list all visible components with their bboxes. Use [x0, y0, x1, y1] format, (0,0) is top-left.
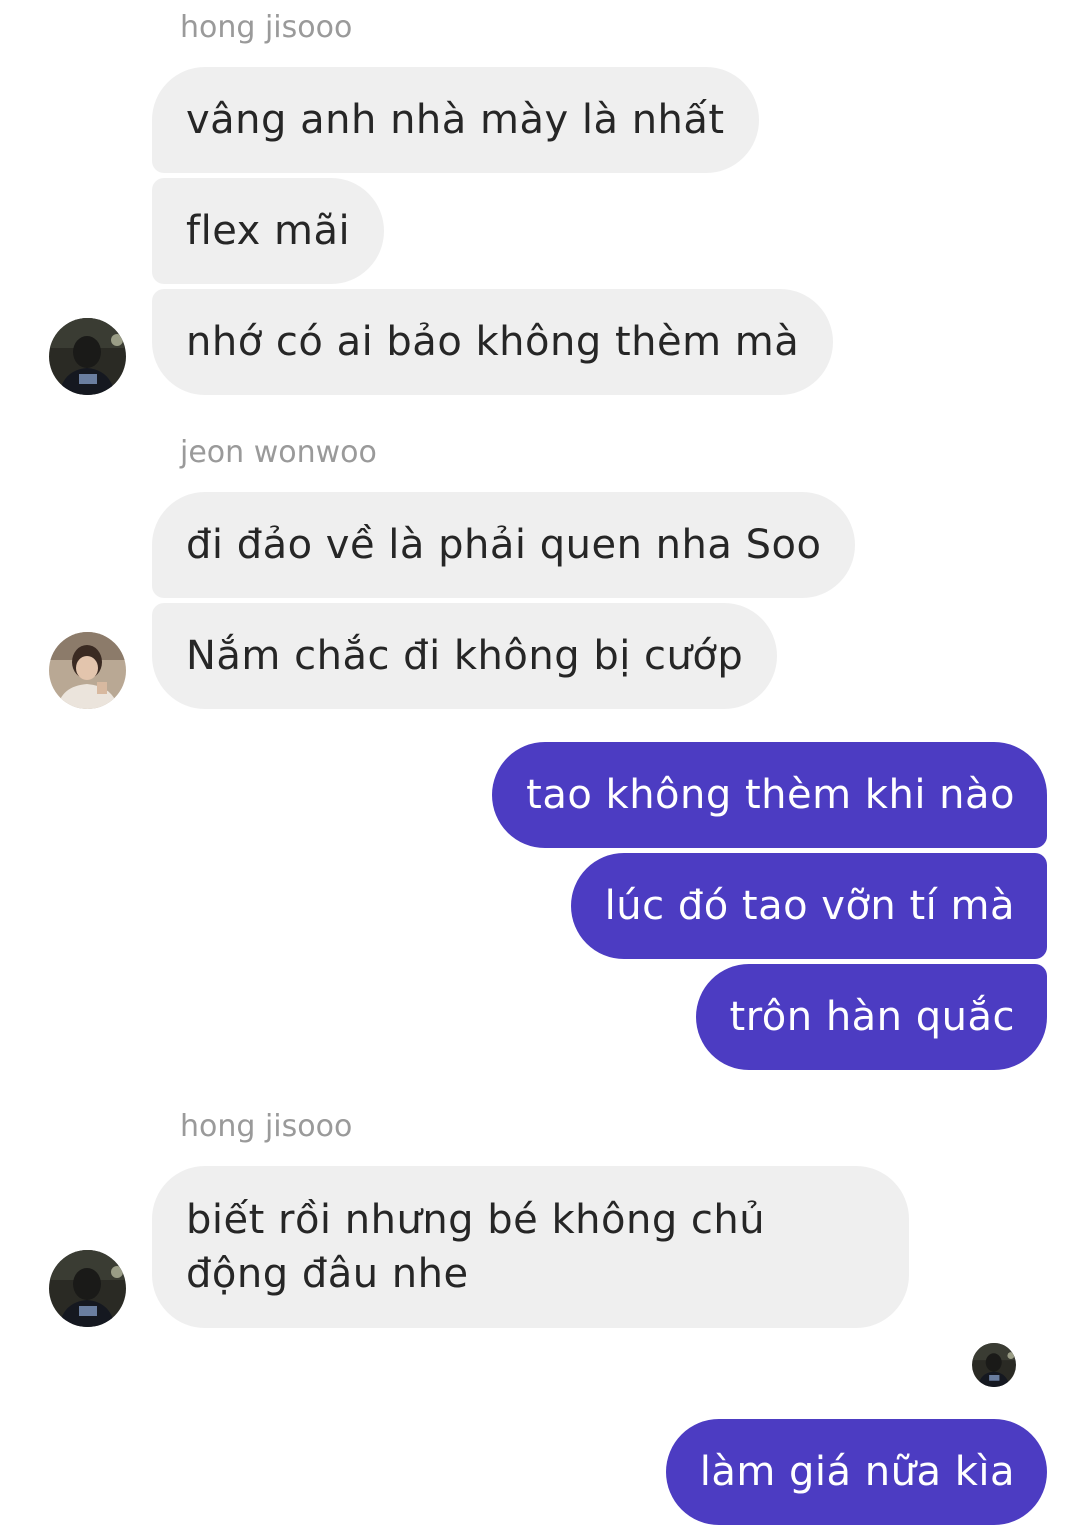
- message-bubble-outgoing[interactable]: lúc đó tao vỡn tí mà: [570, 853, 1047, 959]
- avatar-jisoo-icon[interactable]: [49, 318, 126, 395]
- message-text: tao không thèm khi nào: [526, 772, 1015, 818]
- message-bubble-outgoing[interactable]: làm giá nữa kìa: [665, 1419, 1047, 1525]
- avatar-jisoo-icon[interactable]: [49, 1250, 126, 1327]
- sender-name-jeon-wonwoo: jeon wonwoo: [180, 435, 377, 470]
- read-receipt-avatar-icon: [972, 1343, 1016, 1387]
- sender-name-hong-jisooo: hong jisooo: [180, 10, 353, 45]
- message-bubble-incoming[interactable]: Nắm chắc đi không bị cướp: [152, 603, 778, 709]
- avatar-wonwoo-icon[interactable]: [49, 632, 126, 709]
- message-text: Nắm chắc đi không bị cướp: [186, 633, 744, 679]
- sender-name-hong-jisooo: hong jisooo: [180, 1109, 353, 1144]
- message-bubble-incoming[interactable]: đi đảo về là phải quen nha Soo: [152, 492, 856, 598]
- message-text: đi đảo về là phải quen nha Soo: [186, 522, 822, 568]
- message-bubble-incoming[interactable]: vâng anh nhà mày là nhất: [152, 67, 759, 173]
- message-text: vâng anh nhà mày là nhất: [186, 97, 725, 143]
- message-text: làm giá nữa kìa: [699, 1449, 1015, 1495]
- message-bubble-outgoing[interactable]: tao không thèm khi nào: [492, 742, 1047, 848]
- message-text: trôn hàn quắc: [729, 994, 1015, 1040]
- message-text: lúc đó tao vỡn tí mà: [604, 883, 1015, 929]
- message-bubble-incoming[interactable]: flex mãi: [152, 178, 385, 284]
- message-text: nhớ có ai bảo không thèm mà: [186, 319, 800, 365]
- message-text: biết rồi nhưng bé không chủ động đâu nhe: [186, 1197, 766, 1297]
- message-bubble-incoming[interactable]: biết rồi nhưng bé không chủ động đâu nhe: [152, 1166, 909, 1328]
- message-text: flex mãi: [186, 208, 351, 254]
- message-bubble-incoming[interactable]: nhớ có ai bảo không thèm mà: [152, 289, 834, 395]
- message-bubble-outgoing[interactable]: trôn hàn quắc: [695, 964, 1047, 1070]
